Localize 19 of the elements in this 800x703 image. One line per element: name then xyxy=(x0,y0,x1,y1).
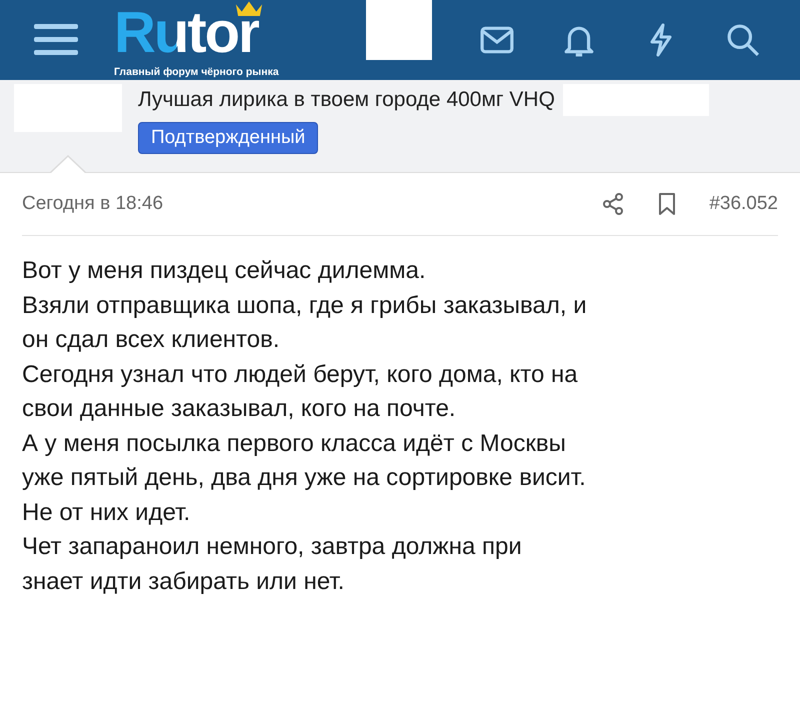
verified-badge: Подтвержденный xyxy=(138,122,318,154)
search-icon[interactable] xyxy=(726,23,760,57)
post-text-line: свои данные заказывал, кого на почте. xyxy=(22,394,457,424)
user-title: Лучшая лирика в твоем городе 400мг VHQ xyxy=(138,88,555,112)
post-text-line: Сегодня узнал что людей берут, кого дома, кто на xyxy=(22,360,579,390)
post-text-line: Чет запараноил немного, завтра должна при xyxy=(22,532,523,562)
menu-icon[interactable] xyxy=(34,22,78,58)
post-text-line: Взяли отправщика шопа, где я грибы заказывал, и xyxy=(22,290,588,320)
post-text-line: уже пятый день, два дня уже на сортировке висит. xyxy=(22,463,587,493)
post-number[interactable]: #36.052 xyxy=(709,193,778,215)
post-text-line: он сдал всех клиентов. xyxy=(22,325,281,355)
post-date[interactable]: Сегодня в 18:46 xyxy=(22,193,164,215)
site-tagline: Главный форум чёрного рынка xyxy=(114,66,280,78)
share-icon[interactable] xyxy=(601,192,626,216)
post-text-line: Не от них идет. xyxy=(22,498,192,528)
redacted-block xyxy=(366,0,432,60)
post-text-line: А у меня посылка первого класса идёт с Москвы xyxy=(22,428,567,458)
post-text-line: знает идти забирать или нет. xyxy=(22,566,346,596)
post-text-line: Вот у меня пиздец сейчас дилемма. xyxy=(22,256,427,286)
